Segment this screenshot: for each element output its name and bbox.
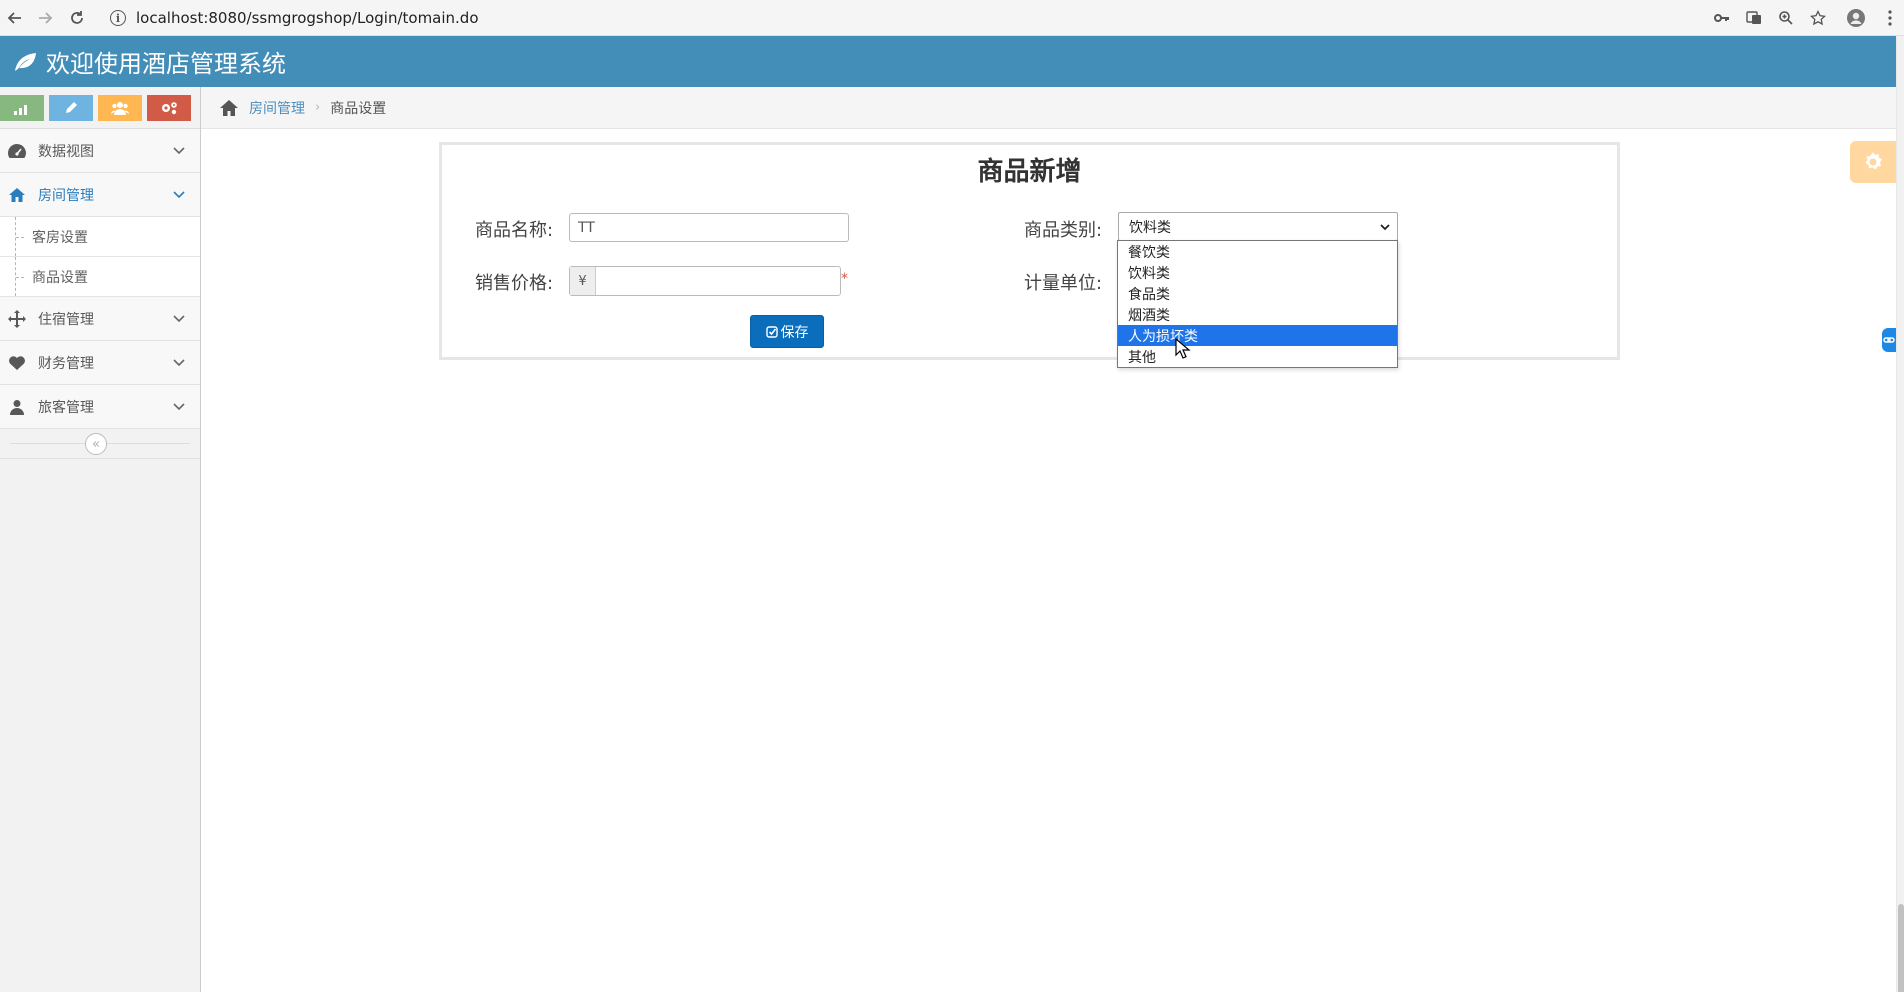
shortcut-settings-button[interactable]: [147, 94, 191, 121]
sidebar-item-finance-management[interactable]: 财务管理: [0, 341, 200, 385]
save-button-label: 保存: [780, 324, 809, 341]
check-square-icon: [765, 325, 778, 338]
breadcrumb-current: 商品设置: [330, 100, 387, 117]
link-icon: [1883, 337, 1895, 343]
chevron-down-icon: [173, 315, 185, 323]
sidebar-item-label: 财务管理: [38, 355, 94, 372]
sidebar-item-label: 旅客管理: [38, 399, 94, 416]
site-info-icon[interactable]: i: [110, 10, 126, 26]
leaf-icon: [15, 52, 36, 71]
link-float-button[interactable]: [1882, 328, 1896, 352]
goods-category-selected: 饮料类: [1129, 219, 1171, 236]
breadcrumb-link-room-management[interactable]: 房间管理: [249, 98, 305, 118]
sale-price-input[interactable]: [596, 267, 840, 295]
category-dropdown-list: 餐饮类 饮料类 食品类 烟酒类 人为损坏类 其他: [1117, 240, 1398, 368]
sidebar-item-room-management[interactable]: 房间管理: [0, 173, 200, 217]
chevron-down-icon: [173, 191, 185, 199]
chevron-down-icon: [173, 147, 185, 155]
required-mark: *: [841, 271, 848, 287]
goods-name-value: TT: [578, 219, 595, 236]
forward-icon[interactable]: [34, 7, 56, 29]
goods-category-select[interactable]: 饮料类: [1118, 212, 1398, 241]
breadcrumb: 房间管理 › 商品设置: [201, 87, 1896, 129]
unit-label: 计量单位:: [1024, 273, 1103, 294]
zoom-icon[interactable]: [1776, 8, 1796, 28]
sidebar-item-guest-management[interactable]: 旅客管理: [0, 385, 200, 429]
sidebar-subitem-goods-settings[interactable]: 商品设置: [0, 257, 200, 297]
move-arrows-icon: [6, 309, 28, 329]
yuan-addon: ¥: [570, 267, 596, 295]
app-title: 欢迎使用酒店管理系统: [46, 50, 286, 78]
key-icon[interactable]: [1712, 8, 1732, 28]
back-icon[interactable]: [4, 7, 26, 29]
dashboard-icon: [6, 141, 28, 161]
sidebar-subitem-label: 商品设置: [32, 269, 88, 286]
sidebar-item-label: 数据视图: [38, 143, 94, 160]
mouse-cursor-icon: [1175, 338, 1191, 359]
sidebar-item-data-view[interactable]: 数据视图: [0, 129, 200, 173]
page-title: 商品新增: [977, 157, 1082, 187]
bookmark-star-icon[interactable]: [1808, 8, 1828, 28]
breadcrumb-separator: ›: [315, 100, 321, 115]
sidebar-collapse-row: «: [0, 429, 200, 459]
double-chevron-left-icon[interactable]: «: [85, 433, 107, 455]
shortcut-stats-button[interactable]: [0, 94, 44, 121]
goods-name-input[interactable]: TT: [569, 213, 849, 242]
address-bar[interactable]: i localhost:8080/ssmgrogshop/Login/tomai…: [110, 4, 1715, 32]
sidebar-subitem-room-settings[interactable]: 客房设置: [0, 217, 200, 257]
dropdown-option[interactable]: 烟酒类: [1118, 304, 1397, 325]
dropdown-option[interactable]: 餐饮类: [1118, 241, 1397, 262]
sidebar-item-label: 住宿管理: [38, 311, 94, 328]
goods-category-label: 商品类别:: [1024, 220, 1103, 241]
sidebar: 数据视图 房间管理 客房设置 商品设置 住宿管理 财务管理 旅客管理 «: [0, 87, 201, 992]
url-text: localhost:8080/ssmgrogshop/Login/tomain.…: [136, 9, 479, 27]
dropdown-option[interactable]: 饮料类: [1118, 262, 1397, 283]
sale-price-group: ¥: [569, 266, 841, 296]
sidebar-subitem-label: 客房设置: [32, 229, 88, 246]
chevron-down-icon: [1380, 224, 1390, 231]
save-button[interactable]: 保存: [750, 315, 824, 348]
page-scrollbar[interactable]: [1896, 36, 1904, 992]
dropdown-option[interactable]: 食品类: [1118, 283, 1397, 304]
user-icon: [6, 397, 28, 417]
cogs-icon: [162, 101, 177, 114]
sidebar-item-label: 房间管理: [38, 187, 94, 204]
sale-price-label: 销售价格:: [475, 273, 554, 294]
app-header: 欢迎使用酒店管理系统: [0, 36, 1896, 87]
home-icon: [6, 185, 28, 205]
translate-icon[interactable]: [1744, 8, 1764, 28]
group-icon: [111, 101, 129, 115]
signal-icon: [14, 104, 27, 115]
gear-icon: [1865, 152, 1882, 170]
chevron-down-icon: [173, 403, 185, 411]
shortcut-edit-button[interactable]: [49, 94, 93, 121]
chevron-down-icon: [173, 359, 185, 367]
menu-dots-icon[interactable]: [1880, 8, 1900, 28]
profile-icon[interactable]: [1846, 8, 1866, 28]
home-icon[interactable]: [219, 99, 239, 117]
sidebar-shortcuts: [0, 87, 200, 129]
goods-add-panel: 商品新增 商品名称: TT 商品类别: 饮料类 销售价格: ¥ * 计量单位: …: [439, 142, 1620, 360]
dropdown-option-highlighted[interactable]: 人为损坏类: [1118, 325, 1397, 346]
reload-icon[interactable]: [66, 7, 88, 29]
goods-name-label: 商品名称:: [475, 220, 554, 241]
sidebar-item-lodging-management[interactable]: 住宿管理: [0, 297, 200, 341]
heart-icon: [6, 353, 28, 373]
pencil-icon: [66, 101, 77, 113]
browser-toolbar: i localhost:8080/ssmgrogshop/Login/tomai…: [0, 0, 1904, 36]
scrollbar-thumb[interactable]: [1898, 904, 1904, 992]
dropdown-option[interactable]: 其他: [1118, 346, 1397, 367]
shortcut-users-button[interactable]: [98, 94, 142, 121]
ace-settings-button[interactable]: [1850, 141, 1896, 183]
